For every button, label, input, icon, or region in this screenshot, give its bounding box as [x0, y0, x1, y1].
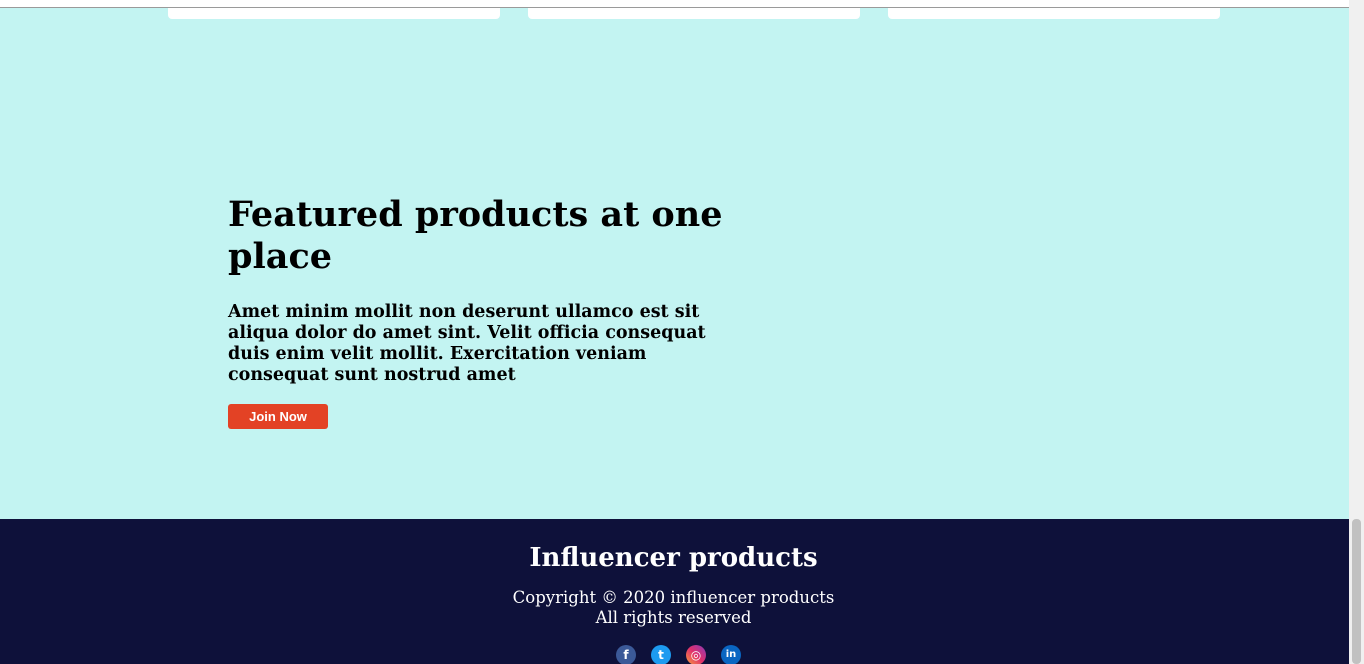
twitter-icon[interactable]: t	[651, 645, 671, 664]
footer: Influencer products Copyright © 2020 inf…	[0, 519, 1349, 664]
product-card[interactable]	[888, 8, 1220, 19]
social-links: f t ◎ in	[616, 645, 746, 664]
linkedin-icon[interactable]: in	[721, 645, 741, 664]
featured-title: Featured products at one place	[228, 194, 723, 277]
footer-brand-title: Influencer products	[529, 543, 818, 573]
copyright-line: Copyright © 2020 influencer products	[512, 588, 835, 607]
footer-copyright: Copyright © 2020 influencer products All…	[0, 588, 1347, 628]
scrollbar[interactable]	[1349, 0, 1364, 664]
scrollbar-thumb[interactable]	[1352, 519, 1361, 664]
page: Featured products at one place Amet mini…	[0, 0, 1349, 664]
join-now-button[interactable]: Join Now	[228, 404, 328, 429]
featured-section: Featured products at one place Amet mini…	[0, 8, 1349, 519]
instagram-icon[interactable]: ◎	[686, 645, 706, 664]
product-card[interactable]	[528, 8, 860, 19]
product-card[interactable]	[168, 8, 500, 19]
top-divider	[0, 0, 1349, 8]
featured-description: Amet minim mollit non deserunt ullamco e…	[228, 302, 706, 385]
facebook-icon[interactable]: f	[616, 645, 636, 664]
rights-line: All rights reserved	[595, 608, 752, 627]
